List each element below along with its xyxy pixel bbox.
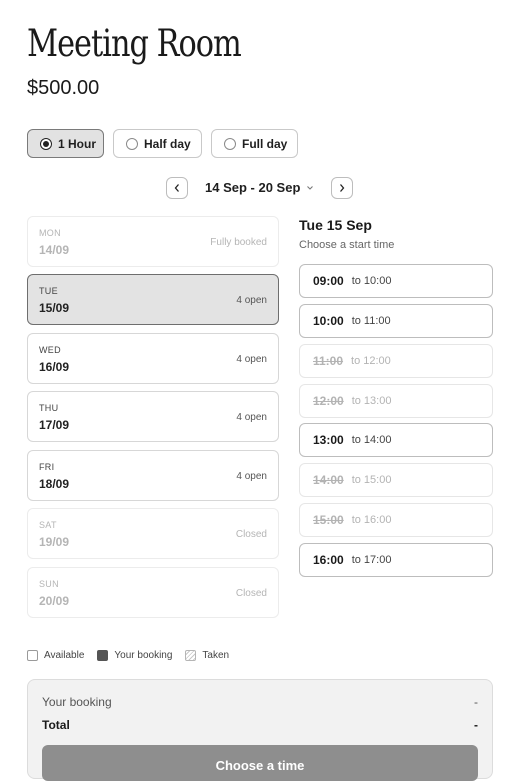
slot-end: to 15:00 — [351, 474, 392, 486]
day-name: FRI — [39, 462, 55, 472]
day-name: SAT — [39, 520, 57, 530]
selected-day-subtitle: Choose a start time — [299, 239, 395, 251]
day-card-thu[interactable]: THU 17/09 4 open — [27, 391, 279, 442]
summary-booking-label: Your booking — [42, 695, 112, 709]
chevron-left-icon — [174, 184, 179, 192]
legend-label: Taken — [202, 650, 230, 661]
day-status: 4 open — [236, 412, 267, 423]
day-status: 4 open — [236, 471, 267, 482]
day-status: 4 open — [236, 354, 267, 365]
week-range-label: 14 Sep - 20 Sep — [205, 180, 301, 195]
day-name: MON — [39, 228, 61, 238]
radio-empty-icon — [126, 137, 138, 150]
day-card-mon: MON 14/09 Fully booked — [27, 216, 279, 267]
summary-total-label: Total — [42, 718, 70, 732]
radio-selected-icon — [40, 137, 52, 150]
day-card-tue[interactable]: TUE 15/09 4 open — [27, 274, 279, 325]
day-status: Fully booked — [210, 237, 267, 248]
slot-start: 12:00 — [313, 394, 344, 408]
day-status: Closed — [235, 588, 267, 599]
time-slot-0900[interactable]: 09:00 to 10:00 — [299, 264, 493, 298]
day-name: TUE — [39, 286, 58, 296]
day-card-fri[interactable]: FRI 18/09 4 open — [27, 450, 279, 501]
slot-end: to 17:00 — [351, 554, 392, 566]
room-price: $500.00 — [27, 77, 100, 99]
day-date: 15/09 — [39, 301, 70, 315]
day-date: 19/09 — [39, 535, 70, 549]
slot-start: 15:00 — [313, 513, 344, 527]
summary-total-value: - — [474, 718, 478, 732]
page-title: Meeting Room — [27, 22, 242, 65]
legend: Available Your booking Taken — [27, 650, 242, 661]
duration-option-half-day[interactable]: Half day — [113, 129, 202, 158]
slot-end: to 13:00 — [351, 395, 392, 407]
slot-end: to 16:00 — [351, 514, 392, 526]
chevron-right-icon — [340, 184, 345, 192]
day-name: SUN — [39, 579, 59, 589]
day-status: Closed — [235, 529, 267, 540]
selected-day-title: Tue 15 Sep — [299, 217, 372, 233]
slot-start: 09:00 — [313, 274, 344, 288]
duration-option-full-day[interactable]: Full day — [211, 129, 298, 158]
slot-start: 13:00 — [313, 433, 344, 447]
previous-week-button[interactable] — [166, 177, 188, 199]
day-date: 18/09 — [39, 477, 70, 491]
legend-available: Available — [27, 650, 84, 661]
slot-start: 11:00 — [313, 354, 344, 368]
booking-summary: Your booking - Total - Choose a time — [27, 679, 493, 781]
your-booking-swatch-icon — [97, 650, 109, 661]
time-slot-1500: 15:00 to 16:00 — [299, 503, 493, 537]
slot-start: 16:00 — [313, 553, 344, 567]
time-slot-1000[interactable]: 10:00 to 11:00 — [299, 304, 493, 338]
day-date: 16/09 — [39, 360, 70, 374]
choose-time-button[interactable]: Choose a time — [42, 745, 478, 781]
time-slot-1400: 14:00 to 15:00 — [299, 463, 493, 497]
duration-label: Half day — [144, 136, 191, 151]
slot-end: to 10:00 — [351, 275, 392, 287]
legend-label: Available — [44, 650, 85, 661]
day-card-wed[interactable]: WED 16/09 4 open — [27, 333, 279, 384]
legend-your-booking: Your booking — [97, 650, 172, 661]
taken-swatch-icon — [185, 650, 197, 661]
legend-label: Your booking — [114, 650, 173, 661]
time-slot-1100: 11:00 to 12:00 — [299, 344, 493, 378]
week-range-selector[interactable]: 14 Sep - 20 Sep — [205, 180, 314, 195]
day-date: 14/09 — [39, 243, 70, 257]
time-slot-1600[interactable]: 16:00 to 17:00 — [299, 543, 493, 577]
duration-label: Full day — [242, 136, 288, 151]
summary-booking-row: Your booking - — [42, 695, 478, 709]
day-date: 20/09 — [39, 594, 70, 608]
summary-booking-value: - — [474, 695, 478, 709]
available-swatch-icon — [27, 650, 38, 661]
slot-end: to 12:00 — [351, 355, 391, 367]
day-status: 4 open — [236, 295, 267, 306]
slot-start: 14:00 — [313, 473, 344, 487]
day-card-sun: SUN 20/09 Closed — [27, 567, 279, 618]
day-name: THU — [39, 403, 59, 413]
slot-end: to 11:00 — [351, 315, 391, 327]
slot-start: 10:00 — [313, 314, 344, 328]
time-slot-1200: 12:00 to 13:00 — [299, 384, 493, 418]
time-slot-1300[interactable]: 13:00 to 14:00 — [299, 423, 493, 457]
day-date: 17/09 — [39, 418, 70, 432]
day-name: WED — [39, 345, 61, 355]
slot-end: to 14:00 — [351, 434, 392, 446]
radio-empty-icon — [224, 137, 236, 150]
duration-option-1-hour[interactable]: 1 Hour — [27, 129, 104, 158]
next-week-button[interactable] — [331, 177, 353, 199]
legend-taken: Taken — [185, 650, 229, 661]
duration-label: 1 Hour — [58, 136, 97, 151]
summary-total-row: Total - — [42, 718, 478, 732]
day-card-sat: SAT 19/09 Closed — [27, 508, 279, 559]
chevron-down-icon — [306, 185, 314, 191]
